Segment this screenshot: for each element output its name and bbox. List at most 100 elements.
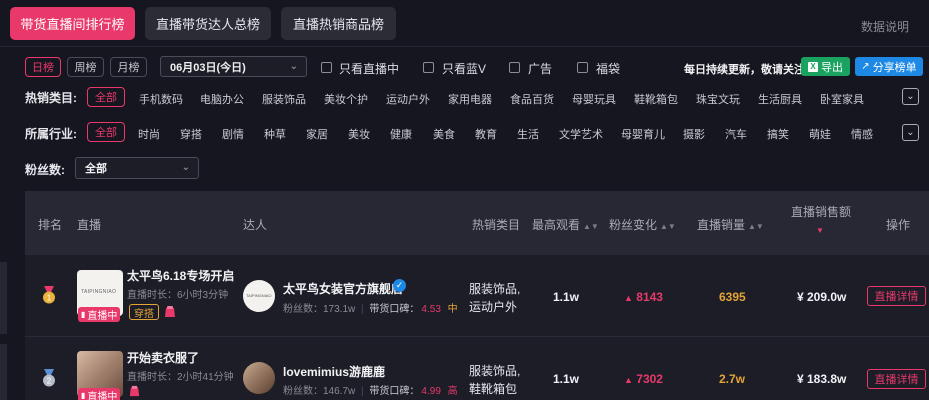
industry-item[interactable]: 教育: [475, 126, 497, 142]
blue-v-checkbox[interactable]: [423, 62, 434, 73]
hot-category-item[interactable]: 鞋靴箱包: [634, 91, 678, 107]
duration-label: 直播时长：: [127, 290, 177, 301]
lucky-bag-checkbox[interactable]: [577, 62, 588, 73]
gift-icon: [128, 385, 141, 398]
industry-item[interactable]: 生活: [517, 126, 539, 142]
hot-category-item[interactable]: 电脑办公: [200, 91, 244, 107]
hot-category-all[interactable]: 全部: [87, 87, 125, 107]
industry-item[interactable]: 穿搭: [180, 126, 202, 142]
industry-item[interactable]: 情感: [851, 126, 873, 142]
talent-name[interactable]: lovemimius游鹿鹿: [283, 363, 385, 380]
reputation-level: 中: [447, 304, 458, 315]
th-sales-amount[interactable]: 直播销售额: [791, 203, 851, 220]
talent-avatar[interactable]: TAIPINGNIAO: [243, 280, 275, 312]
tab-talent-ranking[interactable]: 直播带货达人总榜: [145, 7, 271, 40]
th-talent: 达人: [243, 218, 268, 232]
ads-checkbox[interactable]: [509, 62, 520, 73]
industry-item[interactable]: 汽车: [725, 126, 747, 142]
live-detail-button[interactable]: 直播详情: [867, 286, 926, 306]
category-line: 运动户外: [469, 300, 518, 314]
live-now-badge: ▮ 直播中: [78, 307, 121, 322]
talent-name[interactable]: 太平鸟女装官方旗舰店: [283, 280, 403, 297]
industry-item[interactable]: 剧情: [222, 126, 244, 142]
live-bars-icon: ▮: [81, 310, 86, 319]
expand-categories-button[interactable]: ⌄: [902, 88, 919, 105]
hot-category-item[interactable]: 手机数码: [139, 91, 183, 107]
share-button[interactable]: ↗ 分享榜单: [855, 57, 923, 76]
chip-weekly[interactable]: 周榜: [67, 57, 104, 77]
hot-category-item[interactable]: 珠宝文玩: [696, 91, 740, 107]
hot-category-label: 热销类目:: [25, 91, 77, 105]
export-label: 导出: [821, 61, 843, 74]
industry-item[interactable]: 摄影: [683, 126, 705, 142]
expand-industries-button[interactable]: ⌄: [902, 124, 919, 141]
fan-change-number: 7302: [636, 372, 663, 386]
industry-item[interactable]: 美妆: [348, 126, 370, 142]
reputation-level: 高: [447, 386, 458, 397]
industry-item[interactable]: 萌娃: [809, 126, 831, 142]
avatar-brand-text: TAIPINGNIAO: [246, 293, 272, 298]
live-title[interactable]: 开始卖衣服了: [127, 349, 199, 366]
industry-item[interactable]: 文学艺术: [559, 126, 603, 142]
chip-monthly[interactable]: 月榜: [110, 57, 147, 77]
thumb-brand-text: TAIPINGNIAO: [81, 289, 117, 295]
th-max-viewers[interactable]: 最高观看 ▲▼: [532, 216, 599, 233]
chevron-down-icon: ⌄: [906, 91, 915, 102]
industry-item[interactable]: 健康: [390, 126, 412, 142]
industry-item[interactable]: 搞笑: [767, 126, 789, 142]
hot-category-item[interactable]: 家用电器: [448, 91, 492, 107]
industry-all[interactable]: 全部: [87, 122, 125, 142]
tab-hot-products[interactable]: 直播热销商品榜: [281, 7, 396, 40]
chip-daily[interactable]: 日榜: [25, 57, 61, 77]
hot-category-item[interactable]: 食品百货: [510, 91, 554, 107]
industry-item[interactable]: 种草: [264, 126, 286, 142]
date-select[interactable]: 06月03日(今日) ⌄: [160, 56, 307, 77]
sort-icon: ▲▼: [660, 222, 676, 231]
th-sales-volume-label: 直播销量: [697, 218, 746, 232]
industry-label: 所属行业:: [25, 127, 77, 141]
arrow-up-icon: ▲: [624, 375, 633, 385]
reputation-label: 带货口碑：: [369, 386, 420, 397]
talent-stats: 粉丝数：146.7w | 带货口碑： 4.99 高: [283, 382, 458, 397]
side-handle[interactable]: [0, 262, 7, 334]
fans-label: 粉丝数:: [25, 163, 65, 177]
divider: [0, 46, 929, 47]
silver-medal-icon: 2: [43, 369, 55, 387]
th-sales-volume[interactable]: 直播销量 ▲▼: [697, 216, 764, 233]
hot-category-item[interactable]: 母婴玩具: [572, 91, 616, 107]
side-handle[interactable]: [0, 344, 7, 400]
industry-item[interactable]: 母婴育儿: [621, 126, 665, 142]
th-category: 热销类目: [472, 218, 521, 232]
live-only-checkbox[interactable]: [321, 62, 332, 73]
sort-desc-icon: ▼: [816, 226, 824, 235]
chevron-down-icon: ⌄: [906, 127, 915, 138]
fans-select[interactable]: 全部 ⌄: [75, 157, 199, 179]
export-button[interactable]: X 导出: [801, 57, 850, 76]
excel-icon: X: [808, 61, 818, 72]
hot-category-item[interactable]: 生活厨具: [758, 91, 802, 107]
hot-category-item[interactable]: 卧室家具: [820, 91, 864, 107]
industry-item[interactable]: 家居: [306, 126, 328, 142]
industry-item[interactable]: 美食: [433, 126, 455, 142]
hot-category-item[interactable]: 服装饰品: [262, 91, 306, 107]
fans-stat-label: 粉丝数：: [283, 386, 323, 397]
live-title[interactable]: 太平鸟6.18专场开启: [127, 267, 234, 284]
live-detail-button[interactable]: 直播详情: [867, 369, 926, 389]
hot-category-item[interactable]: 运动户外: [386, 91, 430, 107]
separator: |: [361, 386, 364, 397]
rank-number: 1: [47, 294, 52, 303]
data-note-link[interactable]: 数据说明: [861, 18, 909, 35]
sort-icon: ▲▼: [748, 222, 764, 231]
hot-category-item[interactable]: 美妆个护: [324, 91, 368, 107]
industry-item[interactable]: 时尚: [138, 126, 160, 142]
rank-number: 2: [47, 377, 52, 386]
talent-stats: 粉丝数：173.1w | 带货口碑： 4.53 中: [283, 300, 458, 315]
fans-stat-value: 146.7w: [323, 386, 356, 397]
th-fan-change[interactable]: 粉丝变化 ▲▼: [609, 216, 676, 233]
update-note: 每日持续更新，敬请关注: [684, 64, 805, 76]
talent-avatar[interactable]: [243, 362, 275, 394]
tab-live-room-ranking[interactable]: 带货直播间排行榜: [10, 7, 135, 40]
gift-icon: [163, 305, 177, 319]
fans-stat-value: 173.1w: [323, 304, 356, 315]
sales-amount-value: ¥ 209.0w: [797, 290, 847, 304]
